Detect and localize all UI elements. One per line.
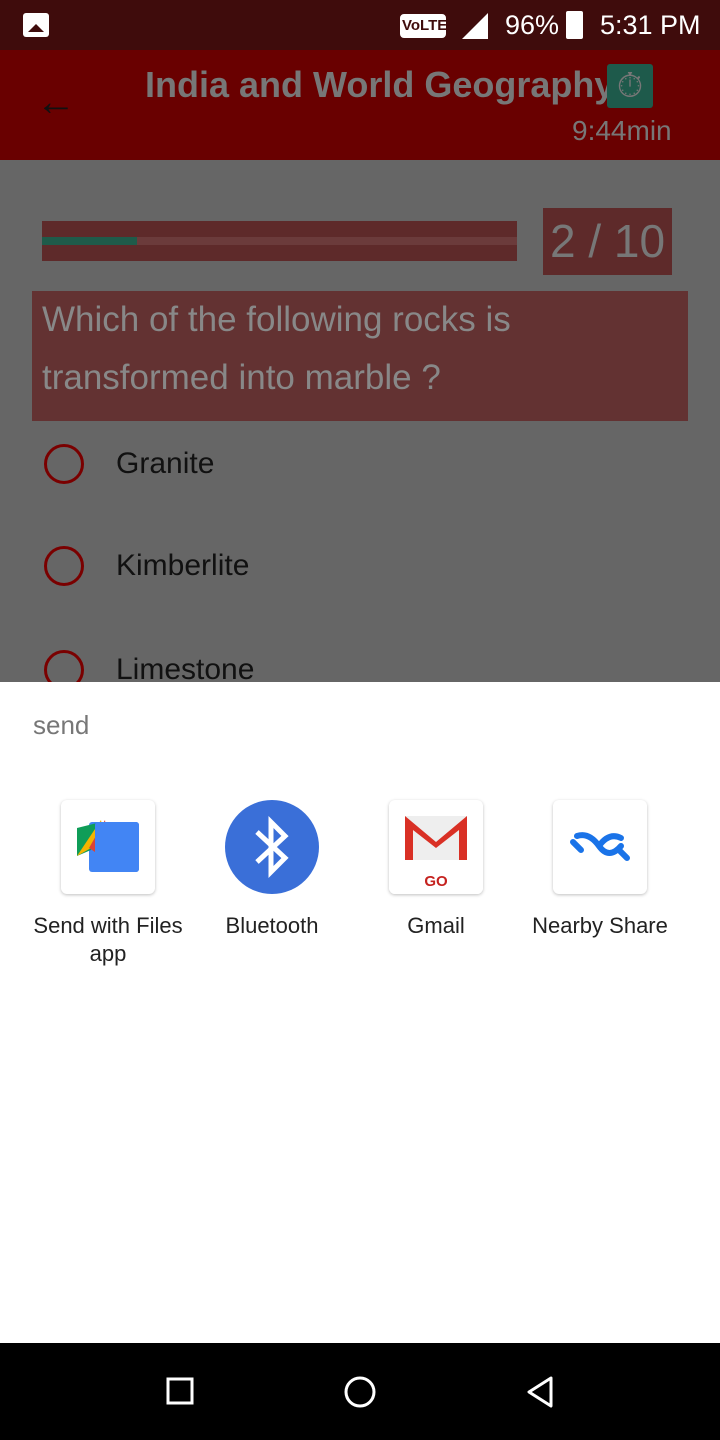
bluetooth-icon [225,800,319,894]
timer-icon: ⏱ [607,64,653,108]
question-counter: 2 / 10 [543,208,672,275]
timer-text: 9:44min [572,115,672,146]
signal-icon [462,13,488,39]
option-kimberlite[interactable]: Kimberlite [44,546,249,586]
back-button-icon[interactable] [525,1375,555,1409]
share-sheet: send Send with Files app Bluetooth GO Gm… [0,682,720,1343]
question-text: Which of the following rocks is transfor… [32,291,688,421]
share-sheet-title: send [33,710,90,740]
svg-text:GO: GO [424,873,448,890]
radio-button[interactable] [44,546,84,586]
files-app-icon [61,800,155,894]
quiz-progress-bar [42,221,517,261]
gallery-notification-icon [23,13,49,37]
page-title: India and World Geography for Exam [145,64,610,105]
clock: 5:31 PM [600,10,701,40]
radio-button[interactable] [44,444,84,484]
back-arrow-icon[interactable]: ← [36,80,76,125]
recents-button-icon[interactable] [166,1377,194,1405]
nearby-share-icon [553,800,647,894]
volte-icon: VoLTE [400,14,447,38]
option-granite[interactable]: Granite [44,444,214,484]
share-target-nearby-share[interactable]: Nearby Share [518,800,682,940]
progress-fill [42,237,137,245]
share-target-gmail[interactable]: GO Gmail [354,800,518,940]
share-target-bluetooth[interactable]: Bluetooth [190,800,354,940]
share-target-files[interactable]: Send with Files app [26,800,190,968]
status-bar: VoLTE 96% 5:31 PM [0,0,720,50]
home-button-icon[interactable] [343,1375,377,1409]
navigation-bar [0,1343,720,1440]
gmail-go-icon: GO [389,800,483,894]
battery-charging-icon [566,11,583,39]
battery-percent: 96% [505,10,560,40]
